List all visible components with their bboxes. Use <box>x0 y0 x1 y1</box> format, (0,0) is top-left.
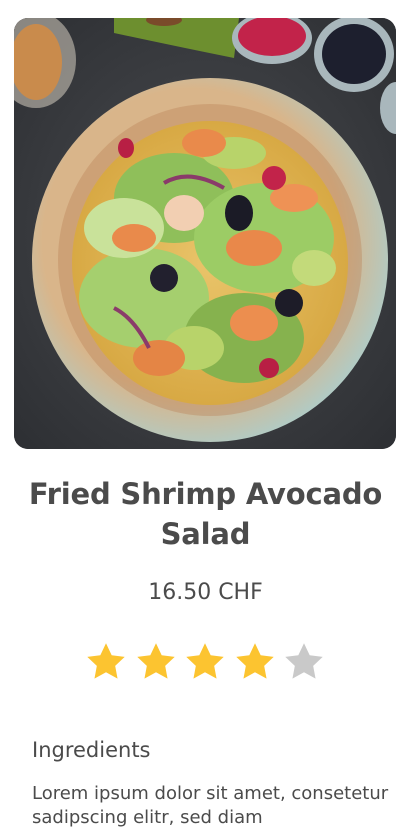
star-rating[interactable] <box>84 640 326 688</box>
star-icon-3[interactable] <box>183 640 227 684</box>
product-title-line-1: Fried Shrimp Avocado <box>28 477 383 511</box>
product-title-line-2: Salad <box>160 517 251 551</box>
star-icon-4[interactable] <box>233 640 277 684</box>
product-title: Fried Shrimp Avocado Salad <box>0 474 411 554</box>
product-image <box>14 18 396 449</box>
product-price: 16.50 CHF <box>148 580 263 605</box>
star-icon-5[interactable] <box>282 640 326 684</box>
star-icon-2[interactable] <box>134 640 178 684</box>
star-icon-1[interactable] <box>84 640 128 684</box>
ingredients-heading: Ingredients <box>32 738 151 762</box>
